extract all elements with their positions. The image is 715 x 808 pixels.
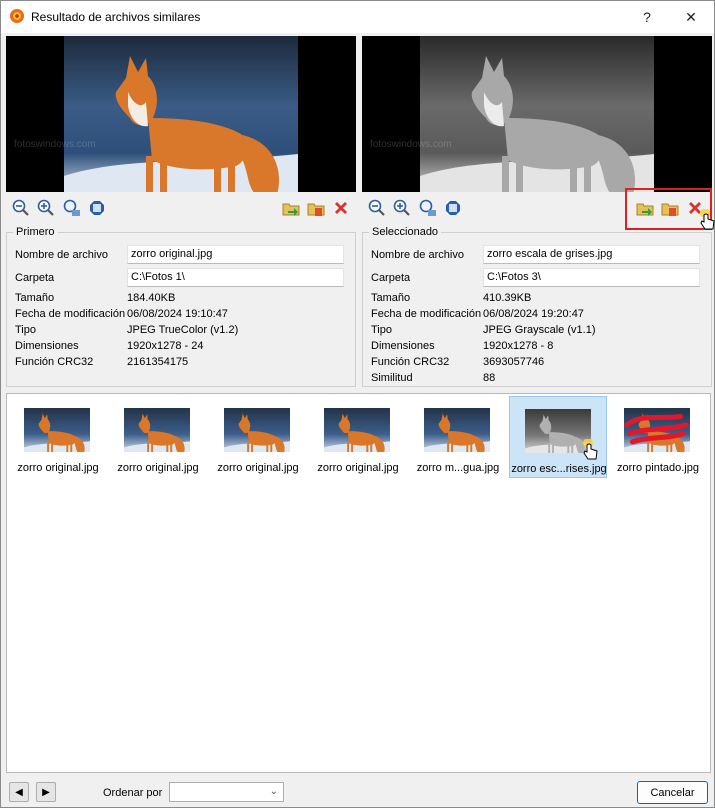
crc-value: 3693057746	[483, 356, 545, 368]
copy-folder-icon	[307, 203, 325, 216]
type-value: JPEG TrueColor (v1.2)	[127, 324, 239, 336]
modified-value: 06/08/2024 19:10:47	[127, 308, 228, 320]
thumbnail-image	[624, 408, 690, 452]
help-button[interactable]: ?	[625, 1, 669, 33]
thumbnail-image	[424, 408, 490, 452]
thumbnail-image	[224, 408, 290, 452]
preview-watermark: fotoswindows.com	[370, 139, 452, 150]
hand-cursor-icon	[700, 209, 715, 230]
thumbnail-label: zorro m...gua.jpg	[416, 462, 500, 474]
fit-window-icon	[446, 201, 460, 215]
zoom-actual-icon	[419, 199, 436, 216]
sort-label: Ordenar por	[103, 787, 163, 799]
bottom-bar: ◀ ▶ Ordenar por ⌄ Cancelar	[1, 777, 714, 807]
delete-icon	[335, 202, 347, 214]
size-value: 184.40KB	[127, 292, 176, 304]
hand-cursor-icon	[583, 439, 598, 460]
thumbnail-item[interactable]: zorro m...gua.jpg	[409, 396, 507, 478]
sort-select[interactable]: ⌄	[169, 782, 284, 802]
size-value: 410.39KB	[483, 292, 532, 304]
dimensions-value: 1920x1278 - 8	[483, 340, 554, 352]
fit-to-window-button[interactable]	[443, 198, 463, 218]
name-label: Nombre de archivo	[371, 249, 464, 261]
cancel-button[interactable]: Cancelar	[637, 781, 708, 804]
thumbnail-item[interactable]: zorro original.jpg	[9, 396, 107, 478]
folder-field[interactable]: C:\Fotos 3\	[483, 268, 700, 287]
first-file-details: Primero Nombre de archivo zorro original…	[6, 226, 356, 387]
folder-label: Carpeta	[371, 272, 411, 284]
folder-label: Carpeta	[15, 272, 55, 284]
app-icon	[10, 9, 24, 23]
name-field[interactable]: zorro escala de grises.jpg	[483, 245, 700, 264]
delete-file-button[interactable]	[331, 198, 351, 218]
copy-file-button[interactable]	[306, 198, 326, 218]
move-file-button[interactable]	[281, 198, 301, 218]
close-button[interactable]: ✕	[669, 1, 713, 33]
move-folder-icon	[282, 203, 300, 216]
similar-files-list[interactable]: zorro original.jpg zorro original.jpg zorr…	[6, 393, 711, 773]
similarity-label: Similitud	[371, 372, 413, 384]
dimensions-value: 1920x1278 - 24	[127, 340, 204, 352]
title-bar: Resultado de archivos similares ? ✕	[1, 1, 714, 33]
first-image-toolbar	[1, 198, 357, 220]
name-label: Nombre de archivo	[15, 249, 108, 261]
thumbnail-label: zorro original.jpg	[317, 462, 399, 474]
thumbnail-item[interactable]: zorro pintado.jpg	[609, 396, 707, 478]
previous-button[interactable]: ◀	[9, 782, 29, 802]
fit-to-window-button[interactable]	[87, 198, 107, 218]
dimensions-label: Dimensiones	[15, 340, 79, 352]
crc-value: 2161354175	[127, 356, 189, 368]
thumbnail-image	[124, 408, 190, 452]
thumbnail-item[interactable]: zorro esc...rises.jpg	[509, 396, 607, 478]
dimensions-label: Dimensiones	[371, 340, 435, 352]
zoom-out-icon	[368, 199, 385, 216]
similar-files-dialog: Resultado de archivos similares ? ✕ foto…	[0, 0, 715, 808]
fit-window-icon	[90, 201, 104, 215]
folder-field[interactable]: C:\Fotos 1\	[127, 268, 344, 287]
window-title: Resultado de archivos similares	[31, 10, 201, 24]
size-label: Tamaño	[371, 292, 411, 304]
thumbnail-label: zorro original.jpg	[217, 462, 299, 474]
thumbnail-item[interactable]: zorro original.jpg	[209, 396, 307, 478]
thumbnail-item[interactable]: zorro original.jpg	[309, 396, 407, 478]
group-title: Primero	[13, 226, 58, 238]
thumbnail-label: zorro original.jpg	[17, 462, 99, 474]
crc-label: Función CRC32	[371, 356, 450, 368]
type-label: Tipo	[15, 324, 36, 336]
next-button[interactable]: ▶	[36, 782, 56, 802]
name-field[interactable]: zorro original.jpg	[127, 245, 344, 264]
zoom-out-button[interactable]	[367, 198, 387, 218]
chevron-down-icon: ⌄	[269, 786, 278, 797]
zoom-in-button[interactable]	[36, 198, 56, 218]
thumbnail-label: zorro original.jpg	[117, 462, 199, 474]
thumbnail-image	[324, 408, 390, 452]
modified-label: Fecha de modificación	[371, 308, 482, 320]
type-value: JPEG Grayscale (v1.1)	[483, 324, 596, 336]
selected-image-preview: fotoswindows.com	[362, 36, 712, 192]
thumbnail-label: zorro pintado.jpg	[617, 462, 699, 474]
thumbnail-image	[24, 408, 90, 452]
type-label: Tipo	[371, 324, 392, 336]
zoom-out-icon	[12, 199, 29, 216]
crc-label: Función CRC32	[15, 356, 94, 368]
zoom-actual-icon	[63, 199, 80, 216]
zoom-in-icon	[37, 199, 54, 216]
size-label: Tamaño	[15, 292, 55, 304]
group-title: Seleccionado	[369, 226, 442, 238]
zoom-actual-button[interactable]	[418, 198, 438, 218]
first-image-preview: fotoswindows.com	[6, 36, 356, 192]
zoom-actual-button[interactable]	[62, 198, 82, 218]
zoom-out-button[interactable]	[11, 198, 31, 218]
preview-watermark: fotoswindows.com	[14, 139, 96, 150]
thumbnail-label: zorro esc...rises.jpg	[511, 463, 607, 475]
zoom-in-button[interactable]	[392, 198, 412, 218]
zoom-in-icon	[393, 199, 410, 216]
thumbnail-item[interactable]: zorro original.jpg	[109, 396, 207, 478]
modified-value: 06/08/2024 19:20:47	[483, 308, 584, 320]
modified-label: Fecha de modificación	[15, 308, 126, 320]
selected-file-details: Seleccionado Nombre de archivo zorro esc…	[362, 226, 712, 387]
similarity-value: 88	[483, 372, 496, 384]
